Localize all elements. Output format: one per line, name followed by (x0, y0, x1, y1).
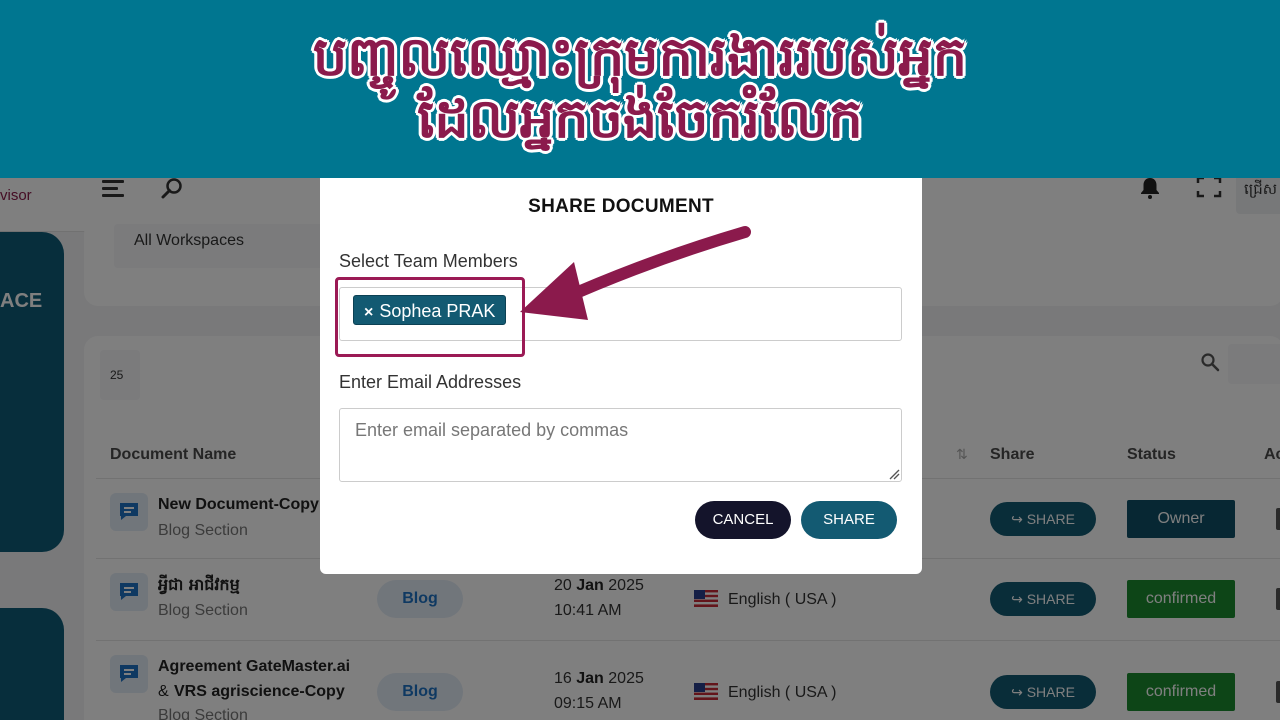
banner-line-2: ដែលអ្នកចង់ចែករំលែក (417, 87, 863, 150)
pointer-arrow-icon (520, 226, 751, 320)
resize-handle-icon[interactable] (888, 468, 900, 480)
instruction-banner: បញ្ចូលឈ្មោះក្រុមការងាររបស់អ្នក ដែលអ្នកចង… (0, 0, 1280, 178)
email-input[interactable] (339, 408, 902, 482)
highlight-box (335, 277, 525, 357)
team-members-label: Select Team Members (339, 251, 518, 271)
share-submit-button[interactable]: SHARE (801, 501, 897, 539)
banner-line-1: បញ្ចូលឈ្មោះក្រុមការងាររបស់អ្នក (312, 25, 968, 88)
modal-title: SHARE DOCUMENT (528, 196, 714, 217)
cancel-button[interactable]: CANCEL (695, 501, 791, 539)
share-document-modal: SHARE DOCUMENT Select Team Members × Soph… (320, 150, 922, 574)
email-label: Enter Email Addresses (339, 372, 522, 392)
